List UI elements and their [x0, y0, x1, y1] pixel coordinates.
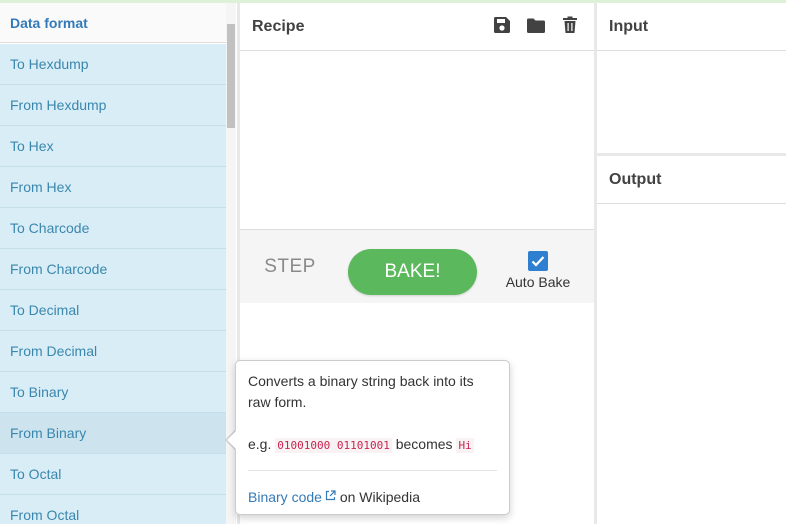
popover-divider: [248, 470, 497, 471]
op-to-hexdump[interactable]: To Hexdump: [0, 44, 226, 85]
bake-button[interactable]: BAKE!: [348, 249, 477, 295]
op-from-hexdump[interactable]: From Hexdump: [0, 85, 226, 126]
recipe-controls: STEP BAKE! Auto Bake: [240, 229, 594, 303]
op-to-hex[interactable]: To Hex: [0, 126, 226, 167]
op-from-hex[interactable]: From Hex: [0, 167, 226, 208]
op-from-charcode[interactable]: From Charcode: [0, 249, 226, 290]
auto-bake-label: Auto Bake: [505, 274, 571, 290]
external-link-icon: [325, 490, 336, 501]
recipe-toolbar: [492, 15, 580, 35]
category-header[interactable]: Data format: [0, 3, 226, 43]
example-middle: becomes: [395, 436, 453, 452]
save-icon[interactable]: [492, 15, 512, 35]
popover-link-row: Binary code on Wikipedia: [248, 489, 497, 505]
wikipedia-link-text[interactable]: Binary code: [248, 489, 322, 505]
operations-scrollbar-thumb[interactable]: [227, 24, 235, 128]
operations-list: To Hexdump From Hexdump To Hex From Hex …: [0, 44, 226, 524]
example-output: Hi: [456, 438, 474, 453]
wikipedia-suffix: on Wikipedia: [339, 489, 420, 505]
wikipedia-link[interactable]: Binary code: [248, 489, 336, 505]
popover-arrow-inner: [227, 431, 236, 449]
trash-icon[interactable]: [560, 15, 580, 35]
op-to-binary[interactable]: To Binary: [0, 372, 226, 413]
step-button[interactable]: STEP: [254, 250, 326, 284]
op-from-binary[interactable]: From Binary: [0, 413, 226, 454]
operation-description-popover: Converts a binary string back into its r…: [235, 360, 510, 515]
popover-example: e.g. 01001000 01101001 becomes Hi: [248, 434, 497, 456]
input-title: Input: [597, 3, 786, 51]
auto-bake-checkbox[interactable]: [528, 251, 548, 271]
op-from-decimal[interactable]: From Decimal: [0, 331, 226, 372]
app-root: Data format To Hexdump From Hexdump To H…: [0, 0, 786, 524]
op-to-charcode[interactable]: To Charcode: [0, 208, 226, 249]
popover-description: Converts a binary string back into its r…: [248, 373, 474, 410]
op-to-decimal[interactable]: To Decimal: [0, 290, 226, 331]
output-title: Output: [597, 156, 786, 204]
op-from-octal[interactable]: From Octal: [0, 495, 226, 524]
op-to-octal[interactable]: To Octal: [0, 454, 226, 495]
example-input: 01001000 01101001: [275, 438, 392, 453]
auto-bake-control: Auto Bake: [502, 251, 574, 290]
folder-icon[interactable]: [526, 15, 546, 35]
example-prefix: e.g.: [248, 436, 272, 452]
check-icon: [531, 256, 545, 267]
io-panel: Input Output: [597, 3, 786, 524]
